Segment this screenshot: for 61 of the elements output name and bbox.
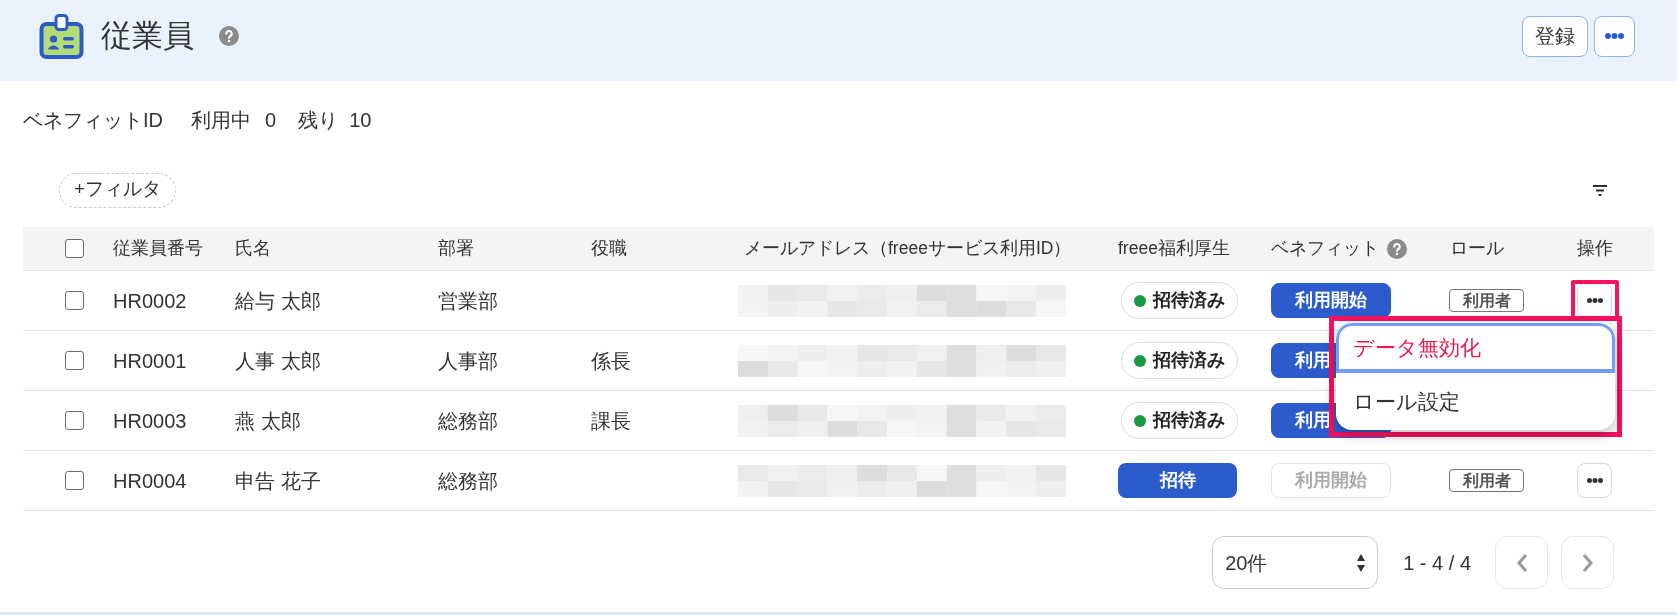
table-cell-text: 人事部: [438, 348, 498, 374]
chevron-right-icon: [1581, 552, 1594, 573]
select-all-checkbox[interactable]: [65, 239, 84, 258]
page-size-select[interactable]: 20件: [1212, 536, 1379, 589]
table-cell-text: 総務部: [438, 408, 498, 434]
table-cell-text: HR0004: [113, 468, 187, 494]
column-header: メールアドレス（freeeサービス利用ID）: [744, 237, 1072, 261]
column-header: 氏名: [235, 237, 271, 261]
summary-label: 残り: [298, 108, 339, 133]
role-tag: 利用者: [1449, 469, 1524, 492]
table-cell-text: 課長: [591, 408, 631, 434]
start-use-button[interactable]: 利用開始: [1271, 283, 1391, 318]
column-header: ロール: [1450, 237, 1504, 261]
id-card-icon: [39, 13, 84, 59]
row-checkbox[interactable]: [65, 411, 84, 430]
more-button[interactable]: [1594, 15, 1635, 57]
filter-icon[interactable]: [1593, 185, 1607, 196]
up-down-caret-icon: [1357, 553, 1366, 572]
table-cell-text: 総務部: [438, 468, 498, 494]
column-header: ベネフィット: [1271, 237, 1379, 261]
status-dot-icon: [1134, 354, 1146, 367]
add-filter-button[interactable]: +フィルタ: [59, 173, 176, 208]
page-range: 1 - 4 / 4: [1403, 550, 1471, 576]
column-header: 従業員番号: [113, 237, 203, 261]
page-title: 従業員: [101, 17, 194, 55]
row-checkbox[interactable]: [65, 291, 84, 310]
table-cell-text: 給与 太郎: [235, 288, 321, 314]
help-icon[interactable]: [219, 26, 239, 46]
table-cell-text: 申告 花子: [235, 468, 321, 494]
row-checkbox[interactable]: [65, 471, 84, 490]
summary-label: ベネフィットID: [23, 108, 163, 133]
table-cell-text: 燕 太郎: [235, 408, 301, 434]
status-text: 招待済み: [1153, 409, 1225, 433]
column-header: 操作: [1577, 237, 1613, 261]
table-cell-text: 人事 太郎: [235, 348, 321, 374]
more-icon: [1605, 33, 1624, 39]
help-icon[interactable]: [1387, 238, 1407, 259]
table-cell-text: 営業部: [438, 288, 498, 314]
more-button[interactable]: [1577, 463, 1612, 498]
table-cell-text: HR0001: [113, 348, 187, 374]
status-text: 招待済み: [1153, 289, 1225, 313]
table-cell-text: HR0002: [113, 288, 187, 314]
status-dot-icon: [1134, 414, 1146, 427]
more-icon: [1586, 478, 1603, 483]
menu-item[interactable]: データ無効化: [1336, 323, 1615, 373]
table-cell-text: HR0003: [113, 408, 187, 434]
status-text: 招待済み: [1153, 349, 1225, 373]
table-cell-text: 係長: [591, 348, 631, 374]
summary-value: 0: [265, 108, 277, 133]
summary-label: 利用中: [191, 108, 251, 133]
column-header: 役職: [591, 237, 627, 261]
summary-value: 10: [349, 108, 372, 133]
row-checkbox[interactable]: [65, 351, 84, 370]
more-icon: [1586, 298, 1603, 303]
status-dot-icon: [1134, 294, 1146, 307]
chevron-left-icon: [1515, 552, 1528, 573]
invite-button[interactable]: 招待: [1118, 463, 1237, 498]
column-header: 部署: [438, 237, 474, 261]
register-button[interactable]: 登録: [1522, 15, 1588, 57]
role-tag: 利用者: [1449, 289, 1524, 312]
column-header: freee福利厚生: [1118, 237, 1230, 261]
